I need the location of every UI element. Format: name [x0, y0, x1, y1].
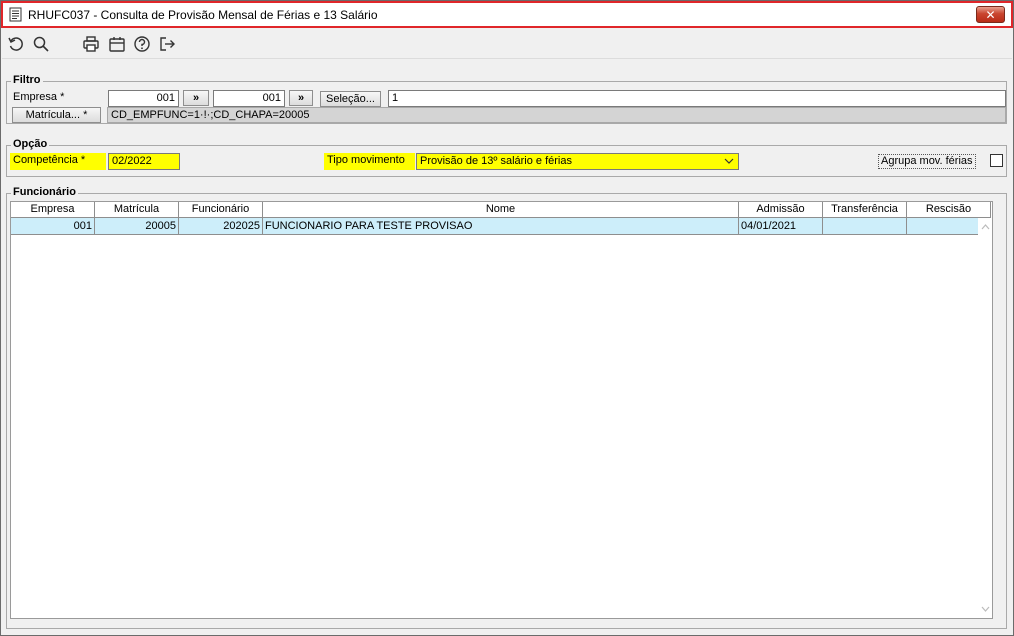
print-button[interactable] — [81, 34, 101, 54]
agrupa-mov-ferias-label[interactable]: Agrupa mov. férias — [878, 154, 976, 169]
column-header-funcionario[interactable]: Funcionário — [179, 202, 263, 218]
cell-nome: FUNCIONARIO PARA TESTE PROVISAO — [263, 218, 739, 235]
cell-transferencia — [823, 218, 907, 235]
scroll-up-icon[interactable] — [978, 220, 992, 234]
empresa-from-field[interactable]: 001 — [108, 90, 179, 107]
cell-empresa: 001 — [11, 218, 95, 235]
selecao-field[interactable]: 1 — [388, 90, 1006, 107]
exit-icon — [160, 37, 175, 51]
selecao-button[interactable]: Seleção... — [320, 91, 381, 107]
search-icon — [33, 36, 49, 52]
help-icon — [134, 36, 150, 52]
empresa-to-lookup-button[interactable]: » — [289, 90, 313, 106]
cell-funcionario: 202025 — [179, 218, 263, 235]
funcionario-title: Funcionário — [11, 186, 78, 198]
document-icon — [8, 7, 22, 23]
toolbar — [2, 29, 1012, 59]
main-window: RHUFC037 - Consulta de Provisão Mensal d… — [0, 0, 1014, 636]
close-icon: ✕ — [985, 7, 996, 22]
print-icon — [83, 36, 99, 52]
exit-button[interactable] — [157, 34, 177, 54]
search-button[interactable] — [31, 34, 51, 54]
calendar-icon — [109, 37, 125, 52]
calendar-button[interactable] — [107, 34, 127, 54]
scroll-down-icon[interactable] — [978, 602, 992, 616]
close-button[interactable]: ✕ — [976, 6, 1005, 23]
cell-admissao: 04/01/2021 — [739, 218, 823, 235]
opcao-title: Opção — [11, 138, 50, 150]
filtro-title: Filtro — [11, 74, 43, 86]
help-button[interactable] — [132, 34, 152, 54]
column-header-rescisao[interactable]: Rescisão — [907, 202, 991, 218]
table-header: Empresa Matrícula Funcionário Nome Admis… — [11, 202, 991, 218]
refresh-icon — [8, 37, 23, 51]
agrupa-mov-ferias-checkbox[interactable] — [990, 154, 1003, 167]
funcionario-table: Empresa Matrícula Funcionário Nome Admis… — [10, 201, 993, 619]
competencia-label: Competência * — [10, 153, 106, 170]
matricula-button[interactable]: Matrícula... * — [12, 107, 101, 123]
empresa-label: Empresa * — [13, 91, 65, 103]
vertical-scrollbar[interactable] — [978, 218, 992, 618]
column-header-nome[interactable]: Nome — [263, 202, 739, 218]
matricula-filter-field: CD_EMPFUNC=1·!·;CD_CHAPA=20005 — [107, 107, 1006, 123]
title-bar: RHUFC037 - Consulta de Provisão Mensal d… — [1, 1, 1013, 28]
cell-matricula: 20005 — [95, 218, 179, 235]
empresa-from-lookup-button[interactable]: » — [183, 90, 209, 106]
table-row[interactable]: 001 20005 202025 FUNCIONARIO PARA TESTE … — [11, 218, 991, 235]
column-header-matricula[interactable]: Matrícula — [95, 202, 179, 218]
competencia-field[interactable]: 02/2022 — [108, 153, 180, 170]
tipo-movimento-select[interactable]: Provisão de 13º salário e férias — [416, 153, 739, 170]
column-header-empresa[interactable]: Empresa — [11, 202, 95, 218]
column-header-transferencia[interactable]: Transferência — [823, 202, 907, 218]
empresa-to-field[interactable]: 001 — [213, 90, 285, 107]
tipo-movimento-value: Provisão de 13º salário e férias — [420, 155, 572, 167]
column-header-admissao[interactable]: Admissão — [739, 202, 823, 218]
chevron-down-icon — [724, 154, 734, 169]
refresh-button[interactable] — [6, 34, 26, 54]
tipo-movimento-label: Tipo movimento — [324, 153, 415, 170]
window-title: RHUFC037 - Consulta de Provisão Mensal d… — [28, 7, 378, 22]
